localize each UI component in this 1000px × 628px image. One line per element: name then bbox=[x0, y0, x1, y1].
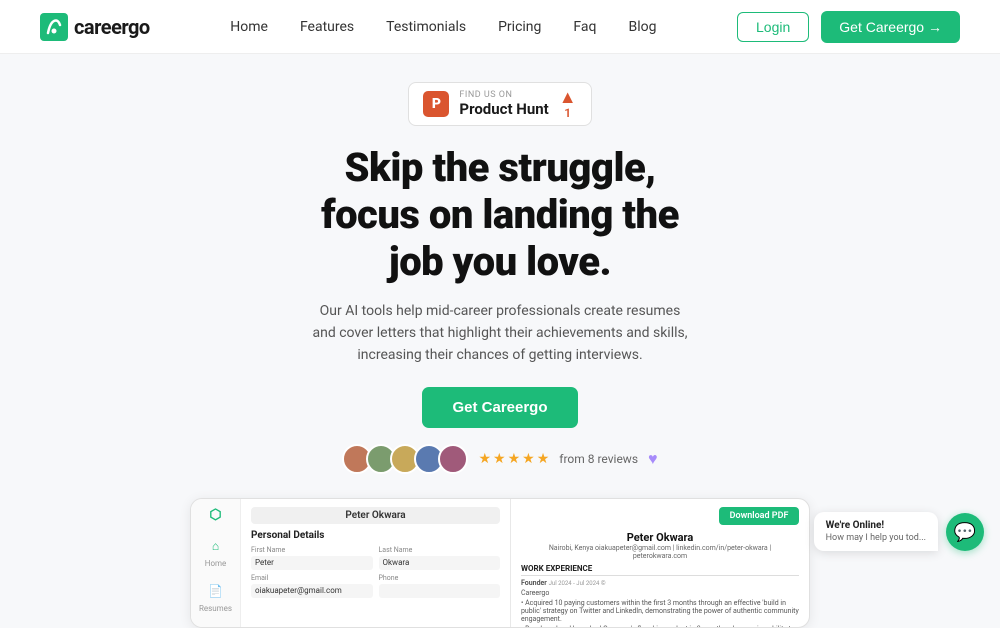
nav-home[interactable]: Home bbox=[230, 19, 268, 35]
avatar bbox=[438, 444, 468, 474]
sidebar-resumes-item[interactable]: 📄 Resumes bbox=[199, 580, 232, 613]
headline-line2: focus on landing the bbox=[321, 191, 679, 238]
resume-bullet2: • Developed and launched Careergo's flag… bbox=[521, 625, 799, 627]
logo-icon bbox=[40, 13, 68, 41]
email-field: Email oiakuapeter@gmail.com bbox=[251, 574, 373, 598]
sidebar-cover-item[interactable]: 📝 Cover bbox=[205, 625, 227, 627]
chat-widget: We're Online! How may I help you tod... … bbox=[814, 512, 984, 551]
star-rating: ★ ★ ★ ★ ★ bbox=[478, 451, 549, 467]
nav-blog[interactable]: Blog bbox=[628, 19, 656, 35]
form-section-title: Personal Details bbox=[251, 530, 500, 541]
ph-name-text: Product Hunt bbox=[459, 100, 548, 118]
nav-features[interactable]: Features bbox=[300, 19, 354, 35]
headline-line3: job you love. bbox=[389, 238, 611, 285]
heart-icon: ♥ bbox=[648, 449, 658, 469]
first-name-field: First Name Peter bbox=[251, 546, 373, 570]
first-name-label: First Name bbox=[251, 546, 373, 554]
nav-links: Home Features Testimonials Pricing Faq B… bbox=[230, 19, 656, 35]
avatar-group bbox=[342, 444, 468, 474]
email-label: Email bbox=[251, 574, 373, 582]
product-hunt-badge[interactable]: P FIND US ON Product Hunt ▲ 1 bbox=[408, 82, 591, 126]
nav-faq[interactable]: Faq bbox=[573, 19, 596, 35]
logo[interactable]: careergo bbox=[40, 13, 150, 41]
phone-input[interactable] bbox=[379, 584, 501, 598]
reviews-text: from 8 reviews bbox=[559, 452, 638, 466]
resume-company: Careergo bbox=[521, 589, 799, 597]
last-name-label: Last Name bbox=[379, 546, 501, 554]
nav-testimonials[interactable]: Testimonials bbox=[386, 19, 466, 35]
star-4: ★ bbox=[522, 451, 535, 467]
resume-work-title: WORK EXPERIENCE bbox=[521, 564, 799, 576]
sidebar-logo-icon: ⬡ bbox=[209, 507, 221, 523]
resumes-icon: 📄 bbox=[204, 580, 226, 602]
chat-open-button[interactable]: 💬 bbox=[946, 513, 984, 551]
logo-text: careergo bbox=[74, 15, 150, 39]
product-hunt-icon: P bbox=[423, 91, 449, 117]
hero-cta-button[interactable]: Get Careergo bbox=[422, 387, 577, 428]
phone-field: Phone bbox=[379, 574, 501, 598]
resume-bullet1: • Acquired 10 paying customers within th… bbox=[521, 599, 799, 623]
chat-bubble-title: We're Online! bbox=[826, 520, 926, 531]
email-input[interactable]: oiakuapeter@gmail.com bbox=[251, 584, 373, 598]
form-name-row: First Name Peter Last Name Okwara bbox=[251, 546, 500, 570]
hero-section: P FIND US ON Product Hunt ▲ 1 Skip the s… bbox=[0, 54, 1000, 498]
hero-subtext: Our AI tools help mid-career professiona… bbox=[310, 300, 690, 367]
cover-icon: 📝 bbox=[205, 625, 227, 627]
ph-vote-count: 1 bbox=[564, 107, 571, 119]
nav-actions: Login Get Careergo → bbox=[737, 11, 960, 43]
chat-bubble-text: How may I help you tod... bbox=[826, 533, 926, 543]
reviews-row: ★ ★ ★ ★ ★ from 8 reviews ♥ bbox=[342, 444, 657, 474]
resume-contact: Nairobi, Kenya oiakuapeter@gmail.com | l… bbox=[521, 544, 799, 560]
ph-vote-section: ▲ 1 bbox=[559, 89, 577, 119]
resume-name: Peter Okwara bbox=[521, 531, 799, 544]
last-name-field: Last Name Okwara bbox=[379, 546, 501, 570]
navbar: careergo Home Features Testimonials Pric… bbox=[0, 0, 1000, 54]
login-button[interactable]: Login bbox=[737, 12, 809, 42]
nav-pricing[interactable]: Pricing bbox=[498, 19, 541, 35]
home-icon: ⌂ bbox=[205, 535, 227, 557]
resume-job-title: Founder Jul 2024 - Jul 2024 © bbox=[521, 579, 799, 587]
star-1: ★ bbox=[478, 451, 491, 467]
star-3: ★ bbox=[508, 451, 521, 467]
star-2: ★ bbox=[493, 451, 506, 467]
chat-bubble: We're Online! How may I help you tod... bbox=[814, 512, 938, 551]
get-careergo-button[interactable]: Get Careergo → bbox=[821, 11, 960, 43]
star-5: ★ bbox=[537, 451, 550, 467]
product-hunt-text: FIND US ON Product Hunt bbox=[459, 90, 548, 118]
ph-find-text: FIND US ON bbox=[459, 90, 512, 100]
form-contact-row: Email oiakuapeter@gmail.com Phone bbox=[251, 574, 500, 598]
hero-headline: Skip the struggle, focus on landing the … bbox=[321, 144, 679, 286]
phone-label: Phone bbox=[379, 574, 501, 582]
form-person-name: Peter Okwara bbox=[251, 507, 500, 524]
download-pdf-button[interactable]: Download PDF bbox=[719, 507, 799, 525]
chat-icon: 💬 bbox=[954, 522, 976, 543]
ph-arrow-icon: ▲ bbox=[559, 89, 577, 107]
headline-line1: Skip the struggle, bbox=[344, 144, 655, 191]
